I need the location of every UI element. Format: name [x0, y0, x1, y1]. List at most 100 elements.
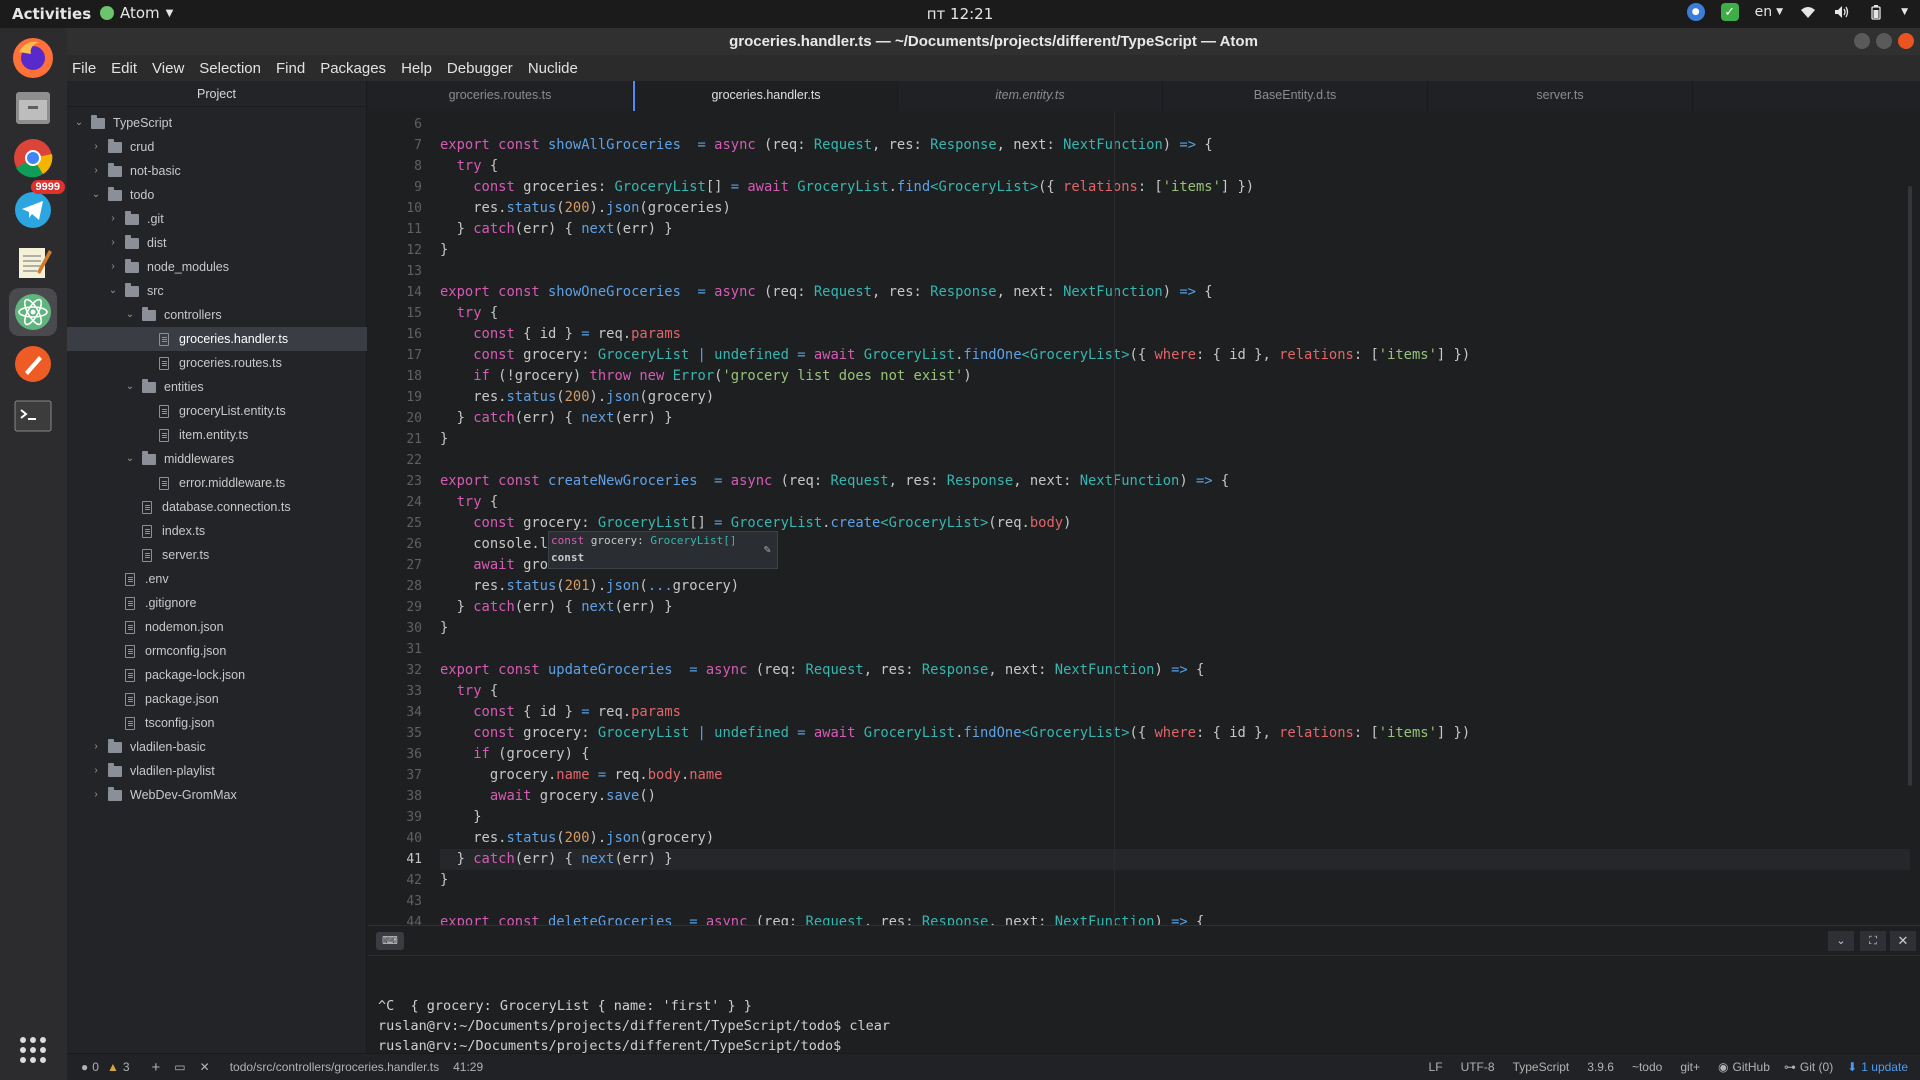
maximize-button[interactable] [1876, 33, 1892, 49]
git-button[interactable]: ⊶ Git (0) [1784, 1060, 1833, 1074]
chevron-right-icon[interactable]: › [90, 135, 102, 159]
code-line[interactable]: res.status(200).json(grocery) [440, 387, 714, 408]
wifi-icon[interactable] [1799, 3, 1817, 21]
menu-packages[interactable]: Packages [320, 60, 386, 77]
code-line[interactable]: export const updateGroceries = async (re… [440, 660, 1204, 681]
show-applications-button[interactable] [9, 1026, 57, 1074]
chevron-right-icon[interactable]: › [90, 759, 102, 783]
chevron-down-icon[interactable]: ⌄ [90, 183, 102, 207]
tree-folder[interactable]: › .git [67, 207, 367, 231]
tree-file[interactable]: server.ts [67, 543, 367, 567]
close-icon[interactable]: ✕ [200, 1060, 210, 1074]
tree-folder[interactable]: › vladilen-basic [67, 735, 367, 759]
tree-file[interactable]: tsconfig.json [67, 711, 367, 735]
code-line[interactable]: const { id } = req.params [440, 702, 681, 723]
close-icon[interactable]: ✕ [1890, 931, 1916, 951]
tree-file[interactable]: package-lock.json [67, 663, 367, 687]
code-line[interactable]: } [440, 870, 448, 891]
menu-debugger[interactable]: Debugger [447, 60, 513, 77]
tree-folder[interactable]: › crud [67, 135, 367, 159]
tree-folder[interactable]: ⌄ TypeScript [67, 111, 367, 135]
tree-folder[interactable]: › WebDev-GromMax [67, 783, 367, 807]
window-titlebar[interactable]: groceries.handler.ts — ~/Documents/proje… [67, 28, 1920, 55]
tree-file[interactable]: groceries.handler.ts [67, 327, 367, 351]
chevron-right-icon[interactable]: › [90, 735, 102, 759]
code-line[interactable]: res.status(201).json(...grocery) [440, 576, 739, 597]
menu-file[interactable]: File [72, 60, 96, 77]
add-terminal-icon[interactable]: + [152, 1059, 161, 1076]
code-line[interactable]: } [440, 807, 481, 828]
tree-folder[interactable]: ⌄ todo [67, 183, 367, 207]
chevron-down-icon[interactable]: ⌄ [1828, 931, 1854, 951]
chevron-down-icon[interactable]: ⌄ [124, 375, 136, 399]
diagnostics-warnings[interactable]: ▲ 3 [107, 1060, 130, 1074]
editor-tab[interactable]: groceries.handler.ts [633, 81, 898, 111]
chevron-right-icon[interactable]: › [107, 255, 119, 279]
menu-edit[interactable]: Edit [111, 60, 137, 77]
tree-file[interactable]: nodemon.json [67, 615, 367, 639]
minimize-button[interactable] [1854, 33, 1870, 49]
editor-scrollbar[interactable] [1908, 186, 1912, 786]
code-line[interactable]: export const deleteGroceries = async (re… [440, 912, 1204, 925]
git-branch[interactable]: ~todo [1632, 1060, 1662, 1074]
firefox-launcher[interactable] [9, 34, 57, 82]
chevron-down-icon[interactable]: ⌄ [107, 279, 119, 303]
code-line[interactable]: } [440, 429, 448, 450]
tree-file[interactable]: .gitignore [67, 591, 367, 615]
chevron-down-icon[interactable]: ⌄ [73, 111, 85, 135]
tree-file[interactable]: item.entity.ts [67, 423, 367, 447]
code-editor[interactable]: 6 7 8 9 10 11 12 13 14 15 16 17 18 19 20 21 22 23 24 25 26 27… [368, 111, 1920, 925]
tree-folder[interactable]: › dist [67, 231, 367, 255]
tree-folder[interactable]: › vladilen-playlist [67, 759, 367, 783]
tree-file[interactable]: groceries.routes.ts [67, 351, 367, 375]
atom-launcher[interactable] [9, 288, 57, 336]
code-line[interactable]: try { [440, 492, 499, 513]
text-editor-launcher[interactable] [9, 238, 57, 286]
menu-find[interactable]: Find [276, 60, 305, 77]
code-line[interactable]: if (!grocery) throw new Error('grocery l… [440, 366, 971, 387]
file-path[interactable]: todo/src/controllers/groceries.handler.t… [230, 1060, 439, 1074]
code-line[interactable]: } catch(err) { next(err) } [440, 597, 673, 618]
maximize-panel-icon[interactable]: ⛶ [1860, 931, 1886, 951]
clock[interactable]: пт 12:21 [927, 5, 994, 23]
chevron-down-icon[interactable]: ▼ [1901, 7, 1908, 17]
code-line[interactable]: } [440, 618, 448, 639]
tree-folder[interactable]: › node_modules [67, 255, 367, 279]
editor-tab[interactable]: server.ts [1428, 81, 1693, 111]
code-line[interactable]: try { [440, 303, 499, 324]
tree-folder[interactable]: ⌄ controllers [67, 303, 367, 327]
tree-folder[interactable]: ⌄ middlewares [67, 447, 367, 471]
code-line[interactable]: grocery.name = req.body.name [440, 765, 723, 786]
terminal-icon[interactable]: ▭ [174, 1060, 185, 1074]
files-launcher[interactable] [9, 84, 57, 132]
editor-tab[interactable]: item.entity.ts [898, 81, 1163, 111]
github-button[interactable]: ◉ GitHub [1718, 1060, 1770, 1074]
telegram-launcher[interactable]: 9999 [9, 180, 65, 234]
encoding[interactable]: UTF-8 [1461, 1060, 1495, 1074]
tree-file[interactable]: package.json [67, 687, 367, 711]
check-status-icon[interactable]: ✓ [1720, 3, 1739, 21]
chevron-right-icon[interactable]: › [90, 159, 102, 183]
tree-file[interactable]: groceryList.entity.ts [67, 399, 367, 423]
code-line[interactable]: try { [440, 156, 499, 177]
chevron-right-icon[interactable]: › [90, 783, 102, 807]
cursor-position[interactable]: 41:29 [453, 1060, 483, 1074]
menu-view[interactable]: View [152, 60, 184, 77]
code-line[interactable]: res.status(200).json(groceries) [440, 198, 731, 219]
line-ending[interactable]: LF [1429, 1060, 1443, 1074]
code-line[interactable]: const { id } = req.params [440, 324, 681, 345]
ts-version[interactable]: 3.9.6 [1587, 1060, 1614, 1074]
code-line[interactable]: const grocery: GroceryList | undefined =… [440, 723, 1470, 744]
code-line[interactable]: res.status(200).json(grocery) [440, 828, 714, 849]
menu-help[interactable]: Help [401, 60, 432, 77]
chrome-launcher[interactable] [9, 134, 57, 182]
terminal-launcher[interactable] [9, 392, 57, 440]
keyboard-icon[interactable]: ⌨ [376, 932, 404, 950]
tree-file[interactable]: error.middleware.ts [67, 471, 367, 495]
chevron-right-icon[interactable]: › [107, 207, 119, 231]
tree-folder[interactable]: › not-basic [67, 159, 367, 183]
postman-launcher[interactable] [9, 340, 57, 388]
chevron-down-icon[interactable]: ⌄ [124, 447, 136, 471]
code-line[interactable]: } [440, 240, 448, 261]
tree-file[interactable]: index.ts [67, 519, 367, 543]
